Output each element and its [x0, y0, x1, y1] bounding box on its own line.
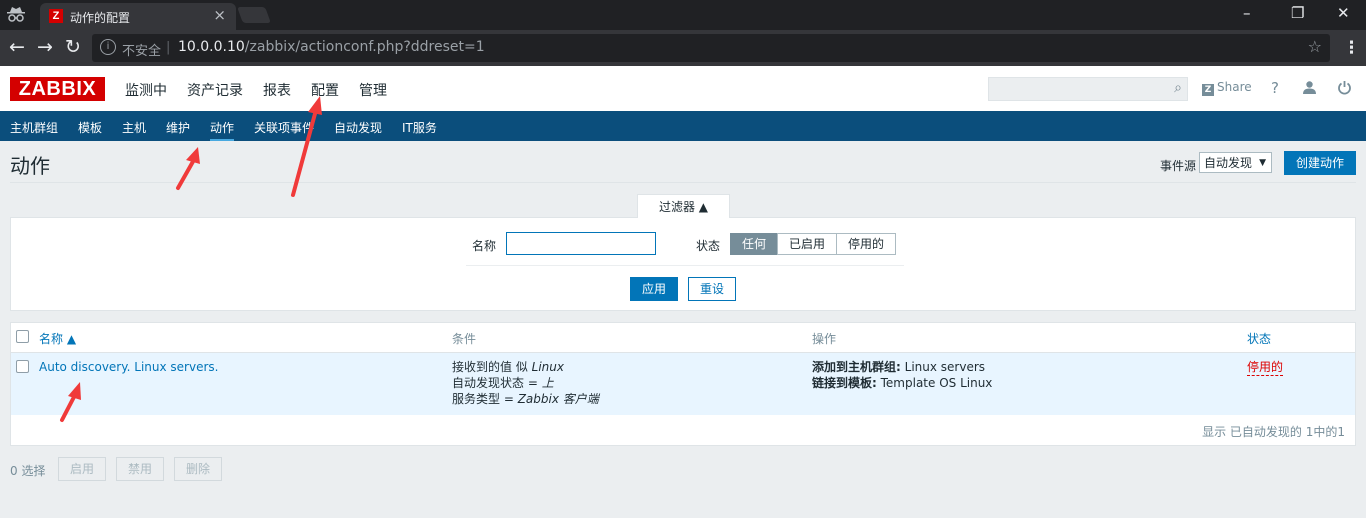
- zabbix-logo[interactable]: ZABBIX: [10, 77, 105, 101]
- menu-reports[interactable]: 报表: [263, 80, 291, 100]
- browser-menu-icon[interactable]: ⋮: [1343, 38, 1360, 58]
- subnav-templates[interactable]: 模板: [78, 119, 102, 136]
- dropdown-arrow-icon: ▼: [1259, 158, 1266, 168]
- close-window-icon[interactable]: ✕: [1337, 4, 1350, 22]
- condition-text: 服务类型 =: [452, 392, 518, 406]
- search-icon[interactable]: ⌕: [1174, 80, 1182, 96]
- sign-out-icon[interactable]: [1337, 80, 1352, 95]
- tab-close-icon[interactable]: ×: [213, 6, 226, 24]
- reload-icon[interactable]: ↻: [65, 36, 81, 58]
- address-bar[interactable]: i 不安全 | 10.0.0.10/zabbix/actionconf.php?…: [92, 34, 1330, 62]
- subnav-hosts[interactable]: 主机: [122, 119, 146, 136]
- subnav-maintenance[interactable]: 维护: [166, 119, 190, 136]
- subnav-discovery[interactable]: 自动发现: [334, 119, 382, 136]
- status-toggle-link[interactable]: 停用的: [1247, 359, 1284, 376]
- condition-value: Linux: [531, 360, 564, 374]
- filter-name-input[interactable]: [506, 232, 656, 255]
- operation-label: 添加到主机群组:: [812, 360, 901, 374]
- status-enabled-option[interactable]: 已启用: [777, 233, 837, 255]
- condition-value: Zabbix 客户端: [517, 392, 599, 406]
- subnav-host-groups[interactable]: 主机群组: [10, 119, 58, 136]
- status-any-option[interactable]: 任何: [730, 233, 778, 255]
- browser-toolbar: ← → ↻ i 不安全 | 10.0.0.10/zabbix/actioncon…: [0, 30, 1366, 66]
- menu-inventory[interactable]: 资产记录: [187, 80, 243, 100]
- new-tab-button[interactable]: [237, 7, 271, 23]
- user-profile-icon[interactable]: [1302, 80, 1317, 95]
- mass-enable-button[interactable]: 启用: [58, 457, 106, 481]
- filter-status-label: 状态: [696, 239, 721, 253]
- mass-delete-button[interactable]: 删除: [174, 457, 222, 481]
- reset-button[interactable]: 重设: [688, 277, 736, 301]
- row-checkbox[interactable]: [16, 360, 29, 373]
- filter-toggle-tab[interactable]: 过滤器 ▲: [637, 194, 730, 218]
- select-all-checkbox[interactable]: [16, 330, 29, 343]
- global-search-input[interactable]: ⌕: [988, 77, 1188, 101]
- url-host: 10.0.0.10: [178, 39, 245, 55]
- event-source-label: 事件源: [1160, 159, 1197, 173]
- apply-button[interactable]: 应用: [630, 277, 678, 301]
- url-separator: |: [166, 40, 171, 55]
- subnav-correlation[interactable]: 关联项事件: [254, 119, 314, 136]
- condition-text: 接收到的值 似: [452, 360, 532, 374]
- menu-monitoring[interactable]: 监测中: [125, 80, 167, 100]
- incognito-icon: [7, 7, 25, 22]
- column-status-header[interactable]: 状态: [1247, 330, 1271, 347]
- menu-configuration[interactable]: 配置: [311, 80, 339, 100]
- tab-title: 动作的配置: [70, 11, 131, 25]
- condition-text: 自动发现状态 =: [452, 376, 542, 390]
- selected-count: 0 选择: [10, 464, 46, 478]
- info-icon[interactable]: i: [100, 39, 116, 55]
- action-name-link[interactable]: Auto discovery. Linux servers.: [39, 359, 218, 375]
- column-name-header[interactable]: 名称 ▲: [39, 330, 76, 347]
- subnav-it-services[interactable]: IT服务: [402, 119, 437, 136]
- share-icon: Z: [1202, 84, 1214, 96]
- filter-name-label: 名称: [472, 239, 497, 253]
- operation-line: 链接到模板: Template OS Linux: [812, 375, 992, 391]
- zabbix-header: ZABBIX 监测中 资产记录 报表 配置 管理 ⌕ Z Share ?: [0, 66, 1366, 111]
- url-path: /zabbix/actionconf.php?ddreset=1: [244, 39, 485, 55]
- event-source-value: 自动发现: [1204, 156, 1253, 170]
- help-icon[interactable]: ?: [1271, 79, 1279, 97]
- create-action-button[interactable]: 创建动作: [1284, 151, 1356, 175]
- operation-label: 链接到模板:: [812, 376, 877, 390]
- condition-line: 接收到的值 似 Linux: [452, 359, 564, 375]
- event-source-select[interactable]: 自动发现 ▼: [1199, 152, 1272, 173]
- security-label: 不安全: [122, 44, 162, 59]
- operation-value: Linux servers: [900, 360, 986, 374]
- zabbix-favicon-icon: Z: [49, 9, 63, 23]
- configuration-subnav: 主机群组 模板 主机 维护 动作 关联项事件 自动发现 IT服务: [0, 111, 1366, 141]
- column-operations-header: 操作: [812, 332, 837, 346]
- operation-value: Template OS Linux: [876, 376, 993, 390]
- browser-tab-strip: Z 动作的配置 × – ❐ ✕: [0, 0, 1366, 30]
- table-paging-info: 显示 已自动发现的 1中的1: [1202, 425, 1345, 439]
- forward-icon[interactable]: →: [37, 36, 53, 58]
- mass-disable-button[interactable]: 禁用: [116, 457, 164, 481]
- subnav-actions[interactable]: 动作: [210, 119, 235, 141]
- status-disabled-option[interactable]: 停用的: [836, 233, 896, 255]
- condition-value: 上: [541, 376, 554, 390]
- minimize-icon[interactable]: –: [1243, 4, 1251, 22]
- condition-line: 服务类型 = Zabbix 客户端: [452, 391, 599, 407]
- condition-line: 自动发现状态 = 上: [452, 375, 554, 391]
- maximize-icon[interactable]: ❐: [1291, 4, 1304, 22]
- header-divider: [10, 182, 1356, 183]
- filter-panel: [10, 217, 1356, 311]
- column-conditions-header: 条件: [452, 332, 477, 346]
- page-title: 动作: [10, 154, 50, 178]
- share-label: Share: [1217, 80, 1252, 94]
- back-icon[interactable]: ←: [9, 36, 25, 58]
- url-text[interactable]: 10.0.0.10/zabbix/actionconf.php?ddreset=…: [178, 39, 485, 55]
- browser-tab[interactable]: Z 动作的配置 ×: [40, 3, 236, 30]
- operation-line: 添加到主机群组: Linux servers: [812, 359, 985, 375]
- bookmark-star-icon[interactable]: ☆: [1308, 37, 1322, 56]
- share-link[interactable]: Z Share: [1202, 80, 1252, 96]
- filter-divider: [466, 265, 904, 266]
- menu-administration[interactable]: 管理: [359, 80, 387, 100]
